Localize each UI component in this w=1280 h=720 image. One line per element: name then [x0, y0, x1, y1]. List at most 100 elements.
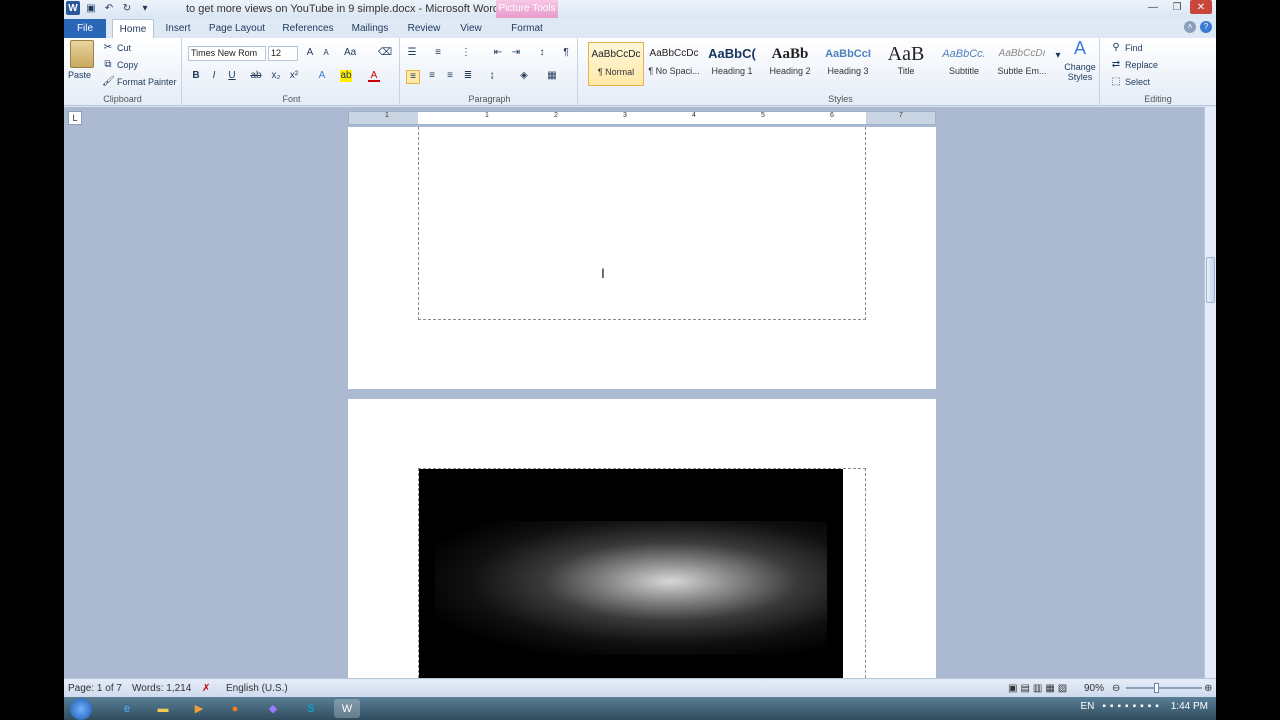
grow-font-button[interactable]: A [304, 47, 316, 59]
replace-button[interactable]: ⇄ Replace [1110, 59, 1158, 71]
shrink-font-button[interactable]: A [320, 47, 332, 59]
numbering-button[interactable]: ≡ [432, 47, 444, 59]
decrease-indent-button[interactable]: ⇤ [492, 47, 504, 59]
clear-format-button[interactable]: ⌫ [378, 47, 392, 59]
style-title[interactable]: AaB Title [878, 42, 934, 86]
align-right-button[interactable]: ≡ [444, 70, 456, 82]
start-button[interactable] [70, 698, 92, 720]
align-center-button[interactable]: ≡ [426, 70, 438, 82]
shading-button[interactable]: ◈ [518, 70, 530, 82]
view-buttons[interactable]: ▣▤▥▦▧ [1008, 683, 1070, 694]
borders-button[interactable]: ▦ [546, 70, 558, 82]
increase-indent-button[interactable]: ⇥ [510, 47, 522, 59]
tab-file[interactable]: File [64, 19, 106, 38]
help-icon[interactable]: ? [1200, 21, 1212, 33]
document-area[interactable]: L 1 1 2 3 4 5 6 7 I [64, 107, 1204, 678]
zoom-level[interactable]: 90% [1084, 683, 1104, 694]
font-size-combo[interactable]: 12 [268, 46, 298, 61]
proofing-icon[interactable]: ✗ [202, 683, 210, 694]
tab-page-layout[interactable]: Page Layout [206, 19, 268, 38]
word-taskbar-icon[interactable]: W [334, 699, 360, 718]
minimize-icon[interactable]: — [1142, 0, 1164, 14]
bold-button[interactable]: B [190, 70, 202, 82]
find-button[interactable]: ⚲ Find [1110, 42, 1142, 54]
tab-mailings[interactable]: Mailings [348, 19, 392, 38]
paste-icon[interactable] [70, 40, 94, 68]
tab-home[interactable]: Home [112, 19, 154, 38]
bullets-button[interactable]: ☰ [406, 47, 418, 59]
font-name-combo[interactable]: Times New Rom [188, 46, 266, 61]
explorer-icon[interactable]: ▬ [150, 699, 176, 718]
superscript-button[interactable]: x² [288, 70, 300, 82]
minimize-ribbon-icon[interactable]: ˄ [1184, 21, 1196, 33]
customize-qat-icon[interactable]: ▾ [138, 1, 152, 15]
scrollbar-thumb[interactable] [1206, 257, 1215, 303]
undo-icon[interactable]: ↶ [102, 1, 116, 15]
page-2[interactable] [348, 399, 936, 678]
sort-button[interactable]: ↕ [536, 47, 548, 59]
embedded-photo[interactable] [419, 469, 843, 678]
page-1[interactable] [348, 127, 936, 389]
restore-icon[interactable]: ❐ [1166, 0, 1188, 14]
word-logo-icon[interactable]: W [66, 1, 80, 15]
strikethrough-button[interactable]: ab [250, 70, 262, 82]
tab-review[interactable]: Review [404, 19, 444, 38]
redo-icon[interactable]: ↻ [120, 1, 134, 15]
image-frame[interactable] [418, 468, 866, 678]
subscript-button[interactable]: x₂ [270, 70, 282, 82]
show-marks-button[interactable]: ¶ [560, 47, 572, 59]
highlight-button[interactable]: ab [340, 70, 352, 82]
tab-format[interactable]: Format [500, 19, 554, 38]
change-styles-button[interactable]: A Change Styles [1060, 38, 1100, 82]
visual-studio-icon[interactable]: ◆ [260, 699, 286, 718]
style-subtitle[interactable]: AaBbCc. Subtitle [936, 42, 992, 86]
format-painter-button[interactable]: 🖌 Format Painter [102, 76, 177, 88]
tray-icons[interactable]: ▪▪▪▪▪▪▪▪ [1102, 701, 1162, 712]
style-subtle-emphasis[interactable]: AaBbCcDı Subtle Em... [994, 42, 1050, 86]
word-count[interactable]: Words: 1,214 [132, 683, 191, 694]
horizontal-ruler[interactable]: 1 1 2 3 4 5 6 7 [348, 111, 936, 125]
style-normal[interactable]: AaBbCcDc ¶ Normal [588, 42, 644, 86]
justify-button[interactable]: ≣ [462, 70, 474, 82]
line-spacing-button[interactable]: ↨ [486, 70, 498, 82]
language[interactable]: English (U.S.) [226, 683, 288, 694]
font-color-button[interactable]: A [368, 70, 380, 82]
underline-button[interactable]: U [226, 70, 238, 82]
select-button[interactable]: ⬚ Select [1110, 76, 1150, 88]
text-effects-button[interactable]: A [316, 70, 328, 82]
tab-references[interactable]: References [280, 19, 336, 38]
italic-button[interactable]: I [208, 70, 220, 82]
change-case-button[interactable]: Aa [344, 47, 356, 59]
align-left-button[interactable]: ≡ [406, 70, 420, 84]
style-no-spacing[interactable]: AaBbCcDc ¶ No Spaci... [646, 42, 702, 86]
tab-insert[interactable]: Insert [160, 19, 196, 38]
ie-icon[interactable]: e [114, 699, 140, 718]
zoom-slider[interactable] [1126, 687, 1202, 689]
skype-icon[interactable]: S [298, 699, 324, 718]
page-count[interactable]: Page: 1 of 7 [68, 683, 122, 694]
zoom-in-icon[interactable]: ⊕ [1204, 683, 1212, 694]
format-painter-label: Format Painter [117, 77, 177, 87]
vertical-scrollbar[interactable] [1204, 107, 1216, 678]
style-heading-1[interactable]: AaBbC( Heading 1 [704, 42, 760, 86]
bold-icon: B [192, 70, 200, 81]
multilevel-button[interactable]: ⋮ [460, 47, 472, 59]
close-icon[interactable]: ✕ [1190, 0, 1212, 14]
language-indicator[interactable]: EN [1080, 701, 1094, 712]
clock[interactable]: 1:44 PM [1171, 701, 1208, 712]
zoom-out-icon[interactable]: ⊖ [1112, 683, 1120, 694]
firefox-icon[interactable]: ● [222, 699, 248, 718]
style-heading-2[interactable]: AaBb Heading 2 [762, 42, 818, 86]
style-heading-3[interactable]: AaBbCcI Heading 3 [820, 42, 876, 86]
empty-image-frame[interactable] [418, 127, 866, 320]
tab-view[interactable]: View [454, 19, 488, 38]
change-styles-icon: A [1074, 38, 1087, 58]
save-icon[interactable]: ▣ [84, 1, 98, 15]
ruler-number: 2 [554, 112, 558, 119]
paste-button[interactable]: Paste [68, 70, 91, 80]
cut-button[interactable]: ✂ Cut [102, 42, 131, 54]
zoom-slider-knob[interactable] [1154, 683, 1159, 693]
tab-selector[interactable]: L [68, 111, 82, 125]
copy-button[interactable]: ⧉ Copy [102, 59, 138, 71]
media-player-icon[interactable]: ▶ [186, 699, 212, 718]
